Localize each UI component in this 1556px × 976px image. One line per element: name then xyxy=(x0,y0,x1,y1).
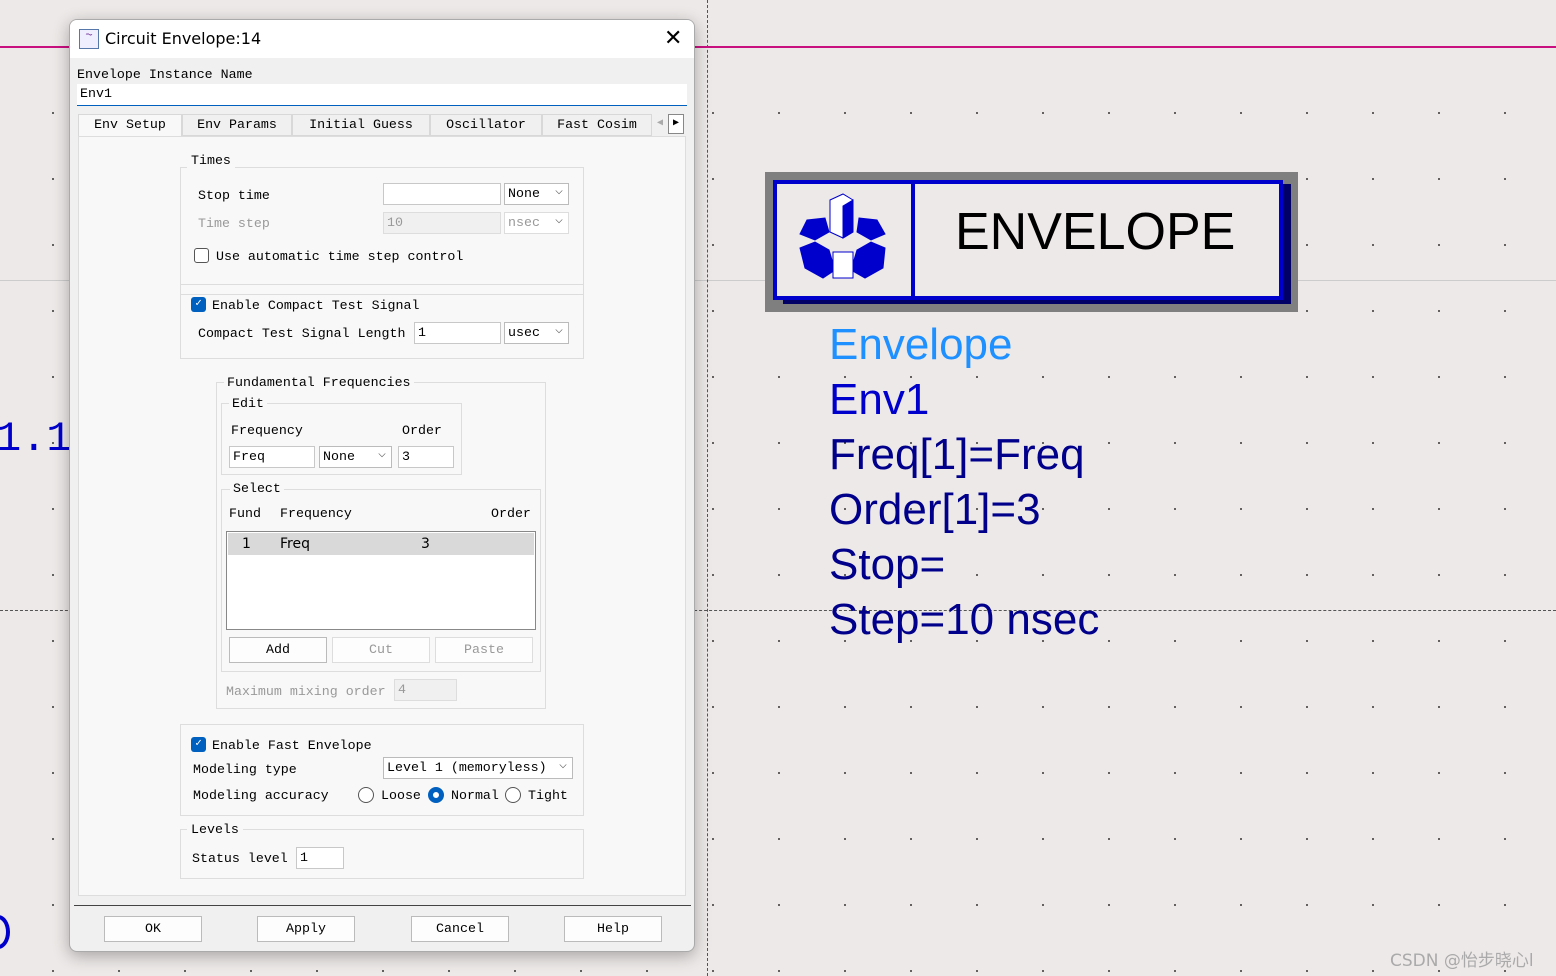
instance-name-label: Envelope Instance Name xyxy=(77,67,253,82)
divider xyxy=(74,905,691,906)
radio-tight-label: Tight xyxy=(528,788,568,803)
frequency-label: Frequency xyxy=(231,423,303,438)
auto-step-checkbox[interactable] xyxy=(194,248,209,263)
stop-time-label: Stop time xyxy=(198,188,270,203)
col-frequency: Frequency xyxy=(280,506,352,521)
edit-legend: Edit xyxy=(229,396,267,411)
fast-envelope-label: Enable Fast Envelope xyxy=(212,738,372,753)
stop-time-unit-select[interactable]: None xyxy=(504,182,569,205)
stop-time-input[interactable] xyxy=(383,183,501,205)
status-level-label: Status level xyxy=(192,851,288,866)
param-stop: Stop= xyxy=(829,540,946,589)
tab-env-setup[interactable]: Env Setup xyxy=(78,114,182,136)
status-level-input[interactable]: 1 xyxy=(296,847,344,869)
param-freq: Freq[1]=Freq xyxy=(829,430,1085,479)
modeling-type-label: Modeling type xyxy=(193,762,297,777)
tab-panel: Times Stop time None Time step 10 nsec U… xyxy=(78,136,686,896)
param-step: Step=10 nsec xyxy=(829,595,1100,644)
col-order: Order xyxy=(491,506,531,521)
tab-oscillator[interactable]: Oscillator xyxy=(430,114,542,136)
order-input[interactable]: 3 xyxy=(398,446,454,468)
radio-loose[interactable] xyxy=(358,787,374,803)
gear-icon xyxy=(799,193,886,279)
row-fund: 1 xyxy=(242,536,251,552)
radio-normal-label: Normal xyxy=(451,788,499,803)
envelope-symbol[interactable]: ENVELOPE xyxy=(765,172,1298,312)
compact-signal-label: Enable Compact Test Signal xyxy=(212,298,420,313)
modeling-accuracy-label: Modeling accuracy xyxy=(193,788,329,803)
col-fund: Fund xyxy=(229,506,261,521)
instance-label: Env1 xyxy=(829,375,930,424)
row-order: 3 xyxy=(421,536,430,552)
dialog-title: Circuit Envelope:14 xyxy=(105,29,262,48)
frequency-unit-select[interactable]: None xyxy=(319,445,392,468)
partial-label: 1.1 xyxy=(0,415,72,463)
list-item[interactable]: 1 Freq 3 xyxy=(228,533,534,555)
times-legend: Times xyxy=(187,153,235,168)
time-step-input[interactable]: 10 xyxy=(383,212,501,234)
row-freq: Freq xyxy=(280,536,310,552)
compact-signal-checkbox[interactable]: ✓ xyxy=(191,297,206,312)
close-icon[interactable]: ✕ xyxy=(664,26,682,51)
max-mixing-input[interactable]: 4 xyxy=(394,679,457,701)
radio-tight[interactable] xyxy=(505,787,521,803)
auto-step-label: Use automatic time step control xyxy=(216,249,464,264)
app-icon: ⏦ xyxy=(79,29,99,49)
compact-length-input[interactable]: 1 xyxy=(414,322,501,344)
modeling-type-select[interactable]: Level 1 (memoryless) xyxy=(383,756,573,779)
frequency-list[interactable]: 1 Freq 3 xyxy=(226,531,536,630)
select-legend: Select xyxy=(230,481,284,496)
fundamental-legend: Fundamental Frequencies xyxy=(224,375,414,390)
add-button[interactable]: Add xyxy=(229,637,327,663)
component-type-label: Envelope xyxy=(829,320,1013,369)
param-order: Order[1]=3 xyxy=(829,485,1041,534)
radio-normal[interactable] xyxy=(428,787,444,803)
fast-envelope-checkbox[interactable]: ✓ xyxy=(191,737,206,752)
instance-name-input[interactable]: Env1 xyxy=(77,84,687,106)
tab-initial-guess[interactable]: Initial Guess xyxy=(292,114,430,136)
cut-button[interactable]: Cut xyxy=(332,637,430,663)
cancel-button[interactable]: Cancel xyxy=(411,916,509,942)
frequency-input[interactable]: Freq xyxy=(229,446,315,468)
time-step-label: Time step xyxy=(198,216,270,231)
levels-legend: Levels xyxy=(187,822,243,837)
compact-length-label: Compact Test Signal Length xyxy=(198,326,406,341)
title-bar[interactable]: ⏦ Circuit Envelope:14 ✕ xyxy=(70,20,694,58)
paste-button[interactable]: Paste xyxy=(435,637,533,663)
max-mixing-label: Maximum mixing order xyxy=(226,684,386,699)
time-step-unit-select[interactable]: nsec xyxy=(504,211,569,234)
radio-loose-label: Loose xyxy=(381,788,421,803)
page-boundary-v xyxy=(707,0,708,976)
tab-scroll-right-icon[interactable]: ▶ xyxy=(668,114,684,134)
tab-scroll-left-icon[interactable]: ◀ xyxy=(652,114,668,134)
help-button[interactable]: Help xyxy=(564,916,662,942)
apply-button[interactable]: Apply xyxy=(257,916,355,942)
compact-length-unit-select[interactable]: usec xyxy=(504,321,569,344)
watermark: CSDN @怡步晓心l xyxy=(1390,951,1534,971)
tab-fast-cosim[interactable]: Fast Cosim xyxy=(542,114,652,136)
order-label: Order xyxy=(402,423,442,438)
symbol-title: ENVELOPE xyxy=(955,203,1236,261)
tab-env-params[interactable]: Env Params xyxy=(182,114,292,136)
ok-button[interactable]: OK xyxy=(104,916,202,942)
circuit-envelope-dialog: ⏦ Circuit Envelope:14 ✕ Envelope Instanc… xyxy=(69,19,695,952)
